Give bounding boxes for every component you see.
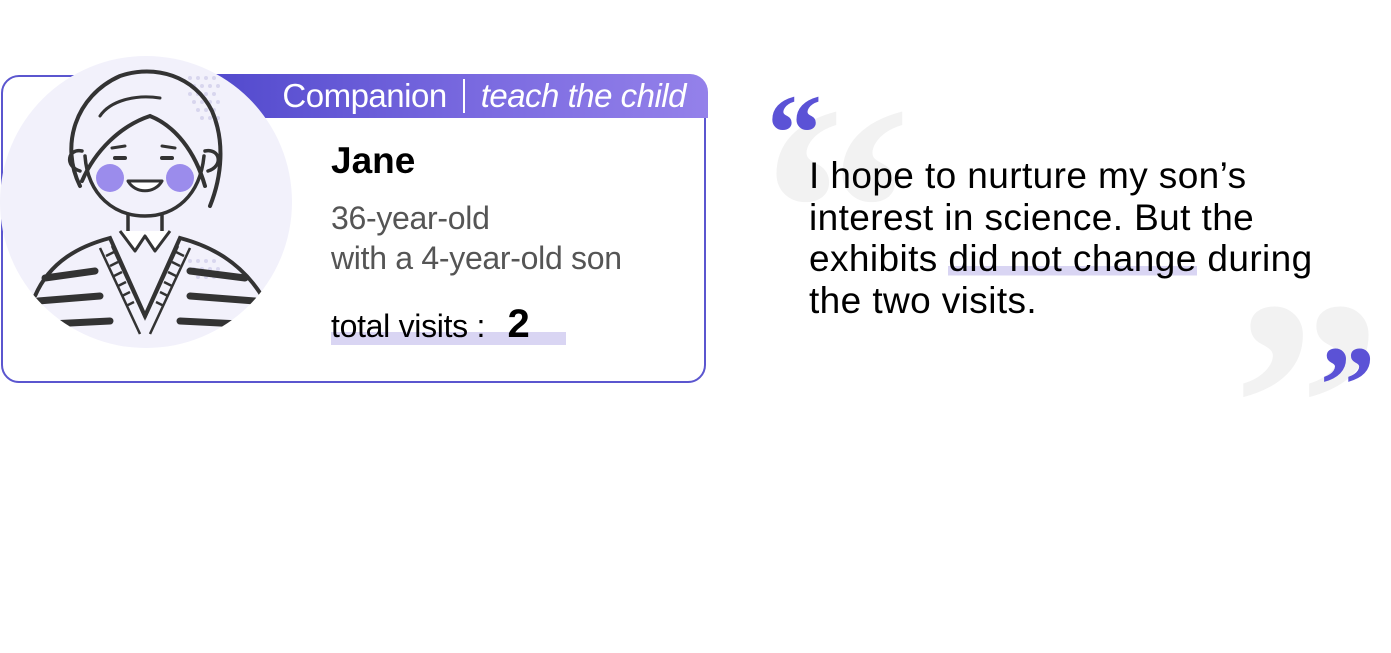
persona-motto: teach the child <box>480 77 687 114</box>
persona-card-header: Companion teach the child <box>200 74 708 118</box>
persona-name: Jane <box>331 140 416 181</box>
woman-illustration-icon <box>33 69 264 335</box>
persona-family: with a 4-year-old son <box>331 240 622 276</box>
header-divider <box>462 79 465 113</box>
avatar <box>0 56 292 348</box>
total-visits: total visits : 2 <box>331 302 566 346</box>
visits-count: 2 <box>507 302 530 346</box>
visits-label: total visits : <box>331 308 486 344</box>
persona-role: Companion <box>282 77 447 114</box>
persona-age: 36-year-old <box>331 200 490 236</box>
quote-close-icon: ” <box>1320 324 1375 446</box>
quote-highlight: did not change <box>948 238 1197 279</box>
quote-text: I hope to nurture my son’s interest in s… <box>809 155 1339 321</box>
